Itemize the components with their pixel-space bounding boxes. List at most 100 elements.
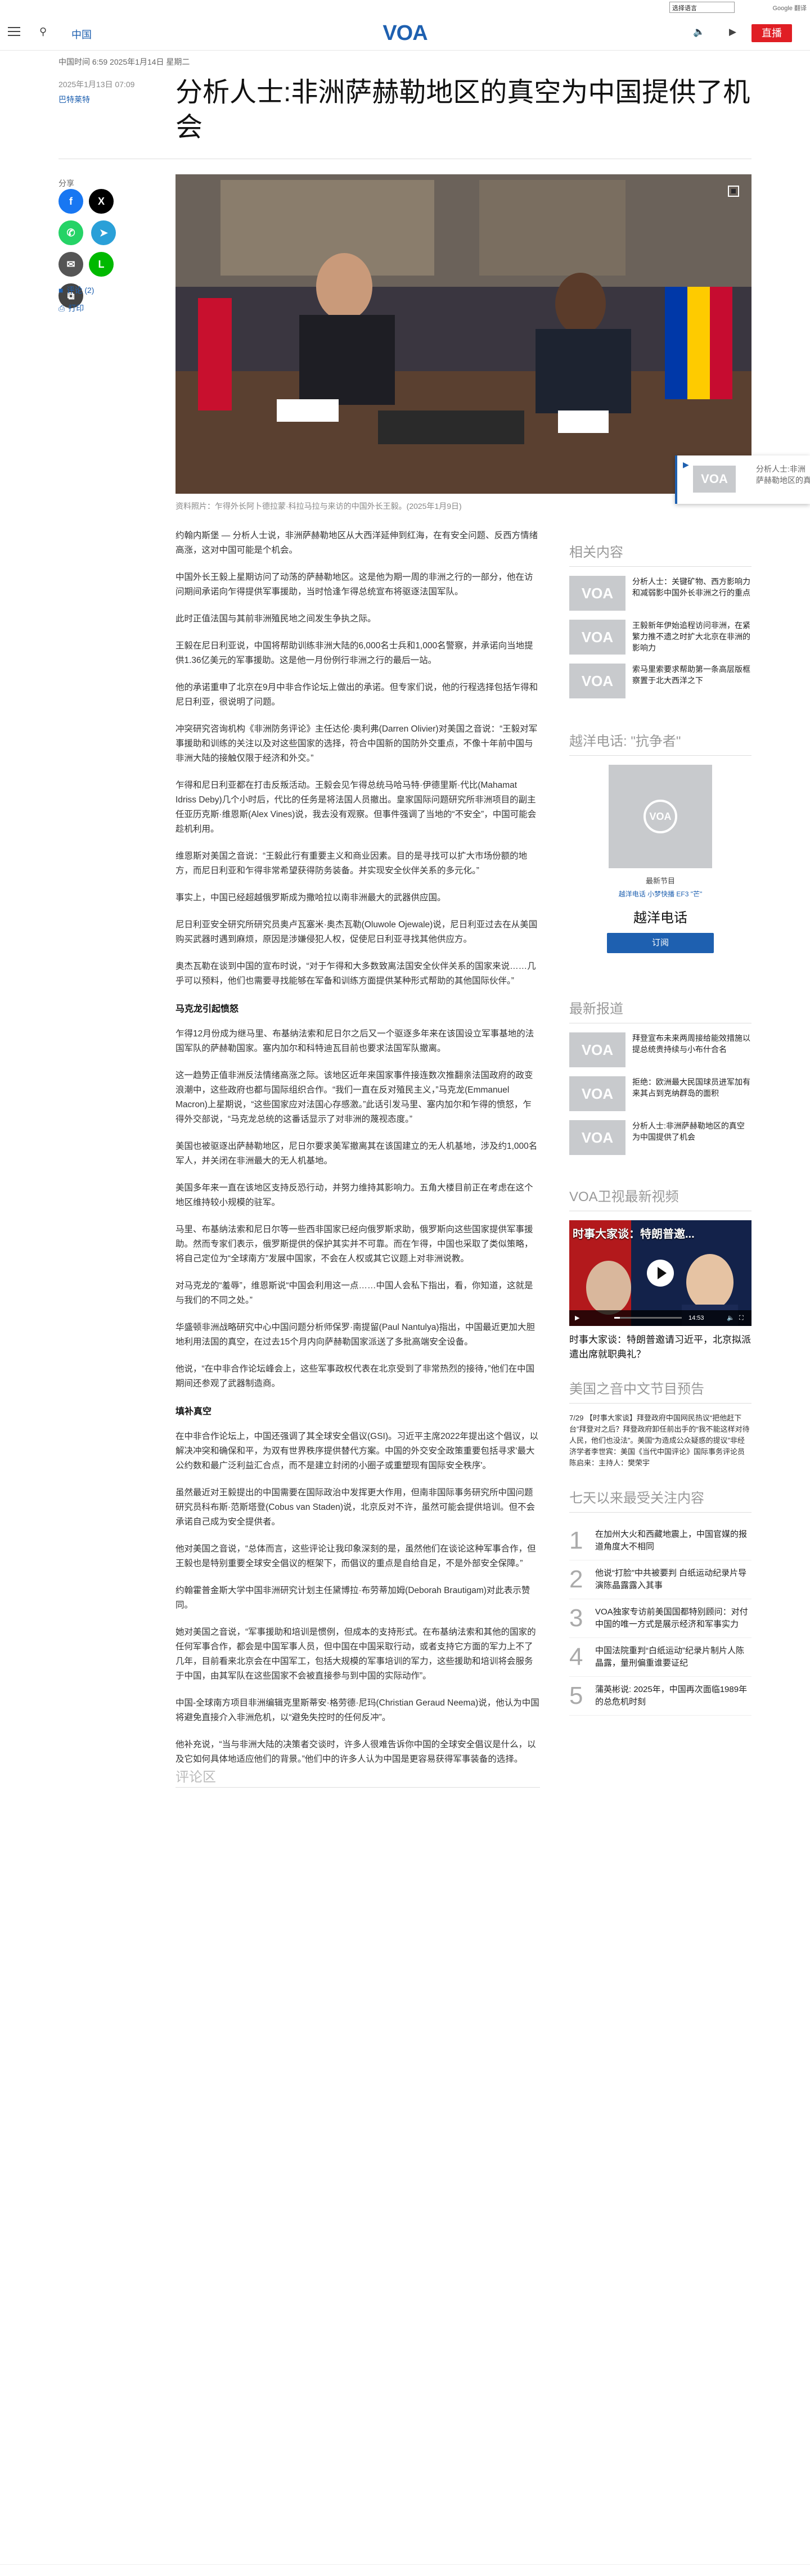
paragraph: 约翰内斯堡 — 分析人士说，非洲萨赫勒地区从大西洋延伸到红海，在有安全问题、反西… <box>176 531 538 555</box>
list-item[interactable]: VOA 拜登宣布未来两周接给能效措施以提总统贵持续与小布什合名 <box>569 1032 752 1067</box>
live-button[interactable]: 直播 <box>752 24 792 42</box>
voa-logo[interactable]: VOA <box>377 21 433 46</box>
language-select[interactable]: 选择语言 <box>669 2 735 13</box>
facebook-icon[interactable]: f <box>58 189 83 214</box>
video-icon[interactable]: ▶ <box>729 26 736 38</box>
rank-number: 1 <box>569 1527 583 1554</box>
list-item-title: 王毅新年伊始追程访问非洲，在紧繁力推不遗之时扩大北京在非洲的影响力 <box>632 621 750 652</box>
fullscreen-icon[interactable]: ⛶ <box>739 1310 744 1326</box>
video-widget: VOA卫视最新视频 时事大家谈：特朗普邀... ▶ 14:53 🔈 ⛶ 时事大家… <box>569 1185 752 1362</box>
list-item[interactable]: 3 VOA独家专访前美国国都特别顾问：对付中国的唯一方式是展示经济和军事实力 <box>569 1599 752 1638</box>
audio-schedule-title: 美国之音中文节目预告 <box>569 1378 752 1404</box>
paragraph: 中国外长王毅上星期访问了动荡的萨赫勒地区。这是他为期一周的非洲之行的一部分，他在… <box>176 572 533 597</box>
podcast-cover[interactable]: VOA <box>609 765 712 868</box>
comments-link-label: 评论 (2) <box>66 286 94 295</box>
paragraph: 尼日利亚安全研究所研究员奥卢瓦塞米·奥杰瓦勒(Oluwole Ojewale)说… <box>176 920 538 944</box>
podcast-title[interactable]: 越洋电话: "抗争者" <box>569 730 752 756</box>
menu-icon[interactable] <box>8 27 20 38</box>
podcast-name: 越洋电话 <box>633 910 687 926</box>
list-item-title: 分析人士：关键矿物、西方影响力和减弱影中国外长非洲之行的重点 <box>632 577 750 597</box>
print-link-label: 打印 <box>68 304 84 313</box>
comments-link[interactable]: ■ 评论 (2) <box>58 285 94 296</box>
most-viewed: 七天以来最受关注内容 1 在加州大火和西藏地震上，中国官媒的报道角度大不相同 2… <box>569 1487 752 1716</box>
rank-number: 5 <box>569 1682 583 1709</box>
author-link[interactable]: 巴特莱特 <box>58 94 90 105</box>
section-heading: 填补真空 <box>176 1407 212 1416</box>
section-link[interactable]: 中国 <box>71 27 92 42</box>
paragraph: 这一趋势正值非洲反法情绪高涨之际。该地区近年来国家事件接连数次推翻亲法国政府的政… <box>176 1071 533 1124</box>
podcast-links[interactable]: 越洋电话 小梦快播 EF3 "芒" <box>569 889 752 899</box>
fullscreen-icon[interactable] <box>728 186 739 197</box>
list-item[interactable]: VOA 王毅新年伊始追程访问非洲，在紧繁力推不遗之时扩大北京在非洲的影响力 <box>569 620 752 655</box>
pause-icon[interactable]: ▶ <box>575 1315 579 1321</box>
podcast-widget: 越洋电话: "抗争者" VOA 最新节目 越洋电话 小梦快播 EF3 "芒" 越… <box>569 730 752 953</box>
line-icon[interactable]: L <box>89 252 114 277</box>
voa-thumbnail: VOA <box>569 664 626 698</box>
paragraph: 虽然最近对王毅提出的中国需要在国际政治中发挥更大作用，但南非国际事务研究所中国问… <box>176 1488 536 1527</box>
floating-related-card[interactable]: ▶ VOA 分析人士:非洲萨赫勒地区的真空为中国提供了机会 <box>675 455 810 504</box>
paragraph: 美国也被驱逐出萨赫勒地区，尼日尔要求美军撤离其在该国建立的无人机基地，涉及约1,… <box>176 1142 538 1166</box>
share-label: 分享 <box>58 179 74 188</box>
collapse-arrow-icon[interactable]: ▶ <box>683 460 689 469</box>
audio-schedule: 美国之音中文节目预告 7/29 【时事大家谈】拜登政府中国网民热议“把他赶下台”… <box>569 1378 752 1469</box>
video-player[interactable]: 时事大家谈：特朗普邀... ▶ 14:53 🔈 ⛶ <box>569 1220 752 1326</box>
publish-date: 2025年1月13日 07:09 <box>58 80 135 89</box>
hero-image[interactable] <box>176 174 752 494</box>
paragraph: 王毅在尼日利亚说，中国将帮助训练非洲大陆的6,000名士兵和1,000名警察，并… <box>176 641 533 665</box>
list-item[interactable]: VOA 分析人士：关键矿物、西方影响力和减弱影中国外长非洲之行的重点 <box>569 576 752 611</box>
list-item[interactable]: 2 他说“打脸”中共被要判 白纸运动纪录片导演陈晶露露入其事 <box>569 1560 752 1599</box>
list-item[interactable]: 4 中国法院重判“白纸运动”纪录片制片人陈晶露，量刑偏重谁要证纪 <box>569 1638 752 1677</box>
hero-photo <box>176 174 752 494</box>
schedule-item[interactable]: 7/29 【时事大家谈】拜登政府中国网民热议“把他赶下台”拜登对之后？拜登政府卸… <box>569 1413 752 1469</box>
paragraph: 冲突研究咨询机构《非洲防务评论》主任达伦·奥利弗(Darren Olivier)… <box>176 724 538 763</box>
video-progress-bar[interactable] <box>614 1317 682 1319</box>
subscribe-button[interactable]: 订阅 <box>607 933 714 953</box>
voa-thumbnail: VOA <box>569 1120 626 1155</box>
page-title: 分析人士:非洲萨赫勒地区的真空为中国提供了机会 <box>176 78 750 142</box>
telegram-icon[interactable]: ➤ <box>91 220 116 245</box>
voa-thumbnail: VOA <box>569 1076 626 1111</box>
play-icon[interactable] <box>647 1260 674 1287</box>
video-controls: ▶ 14:53 🔈 ⛶ <box>569 1310 752 1326</box>
list-item[interactable]: VOA 索马里索要求帮助第一条高层版框察置于北大西洋之下 <box>569 664 752 698</box>
paragraph: 在中非合作论坛上，中国还强调了其全球安全倡议(GSI)。习近平主席2022年提出… <box>176 1432 539 1470</box>
print-icon: ⎙ <box>58 304 65 313</box>
floating-card-title: 分析人士:非洲萨赫勒地区的真空为中国提供了机会 <box>756 464 810 485</box>
paragraph: 他说，“在中非合作论坛峰会上，这些军事政权代表在北京受到了非常热烈的接待，”他们… <box>176 1364 535 1388</box>
search-icon[interactable]: ⚲ <box>39 26 47 38</box>
list-item-title: 中国法院重判“白纸运动”纪录片制片人陈晶露，量刑偏重谁要证纪 <box>595 1646 744 1668</box>
list-item[interactable]: 1 在加州大火和西藏地震上，中国官媒的报道角度大不相同 <box>569 1522 752 1560</box>
paragraph: 马里、布基纳法索和尼日尔等一些西非国家已经向俄罗斯求助，俄罗斯向这些国家提供军事… <box>176 1225 533 1264</box>
utility-bar: 选择语言 Google 翻译 <box>0 0 810 16</box>
paragraph: 华盛顿非洲战略研究中心中国问题分析师保罗·南提留(Paul Nantulya)指… <box>176 1323 535 1347</box>
paragraph: 奥杰瓦勒在谈到中国的宣布时说，“对于乍得和大多数致离法国安全伙伴关系的国家来说…… <box>176 962 536 986</box>
list-item[interactable]: VOA 拒绝：欧洲最大民国球员进军加有来其占到克纳群岛的面积 <box>569 1076 752 1111</box>
paragraph: 他对美国之音说，“总体而言，这些评论让我印象深刻的是，虽然他们在谈论这种军事合作… <box>176 1544 536 1568</box>
volume-icon[interactable]: 🔈 <box>727 1310 735 1326</box>
dateline: 中国时间 6:59 2025年1月14日 星期二 <box>58 57 190 66</box>
whatsapp-icon[interactable]: ✆ <box>58 220 83 245</box>
most-viewed-title: 七天以来最受关注内容 <box>569 1487 752 1513</box>
voa-thumbnail: VOA <box>569 1032 626 1067</box>
video-overlay-title: 时事大家谈：特朗普邀... <box>573 1228 695 1240</box>
article-body: 约翰内斯堡 — 分析人士说，非洲萨赫勒地区从大西洋延伸到红海，在有安全问题、反西… <box>176 529 540 1779</box>
list-item-title: 分析人士:非洲萨赫勒地区的真空为中国提供了机会 <box>632 1121 745 1142</box>
podcast-latest-label: 最新节目 <box>645 877 675 885</box>
list-item[interactable]: VOA 分析人士:非洲萨赫勒地区的真空为中国提供了机会 <box>569 1120 752 1155</box>
email-icon[interactable]: ✉ <box>58 252 83 277</box>
list-item-title: 拒绝：欧洲最大民国球员进军加有来其占到克纳群岛的面积 <box>632 1077 750 1098</box>
section-heading: 马克龙引起愤怒 <box>176 1004 239 1014</box>
audio-icon[interactable]: 🔈 <box>693 26 705 38</box>
list-item-title: 蒲英彬说: 2025年，中国再次面临1989年的总危机时刻 <box>595 1685 748 1707</box>
related-content: 相关内容 VOA 分析人士：关键矿物、西方影响力和减弱影中国外长非洲之行的重点 … <box>569 541 752 707</box>
list-item[interactable]: 5 蒲英彬说: 2025年，中国再次面临1989年的总危机时刻 <box>569 1677 752 1716</box>
video-caption[interactable]: 时事大家谈：特朗普邀请习近平，北京拟派遣出席就职典礼？ <box>569 1333 752 1362</box>
image-caption: 资料照片：乍得外长阿卜德拉蒙·科拉马拉与来访的中国外长王毅。(2025年1月9日… <box>176 502 462 511</box>
comment-icon: ■ <box>58 286 64 295</box>
x-icon[interactable]: X <box>89 189 114 214</box>
share-buttons: f X✆ ➤✉ L ⧉ <box>58 189 148 315</box>
print-link[interactable]: ⎙ 打印 <box>58 303 84 314</box>
voa-thumbnail: VOA <box>569 576 626 611</box>
podcast-disc-icon: VOA <box>644 800 677 833</box>
paragraph: 他补充说，“当与非洲大陆的决策者交谈时，许多人很难告诉你中国的全球安全倡议是什么… <box>176 1740 536 1764</box>
